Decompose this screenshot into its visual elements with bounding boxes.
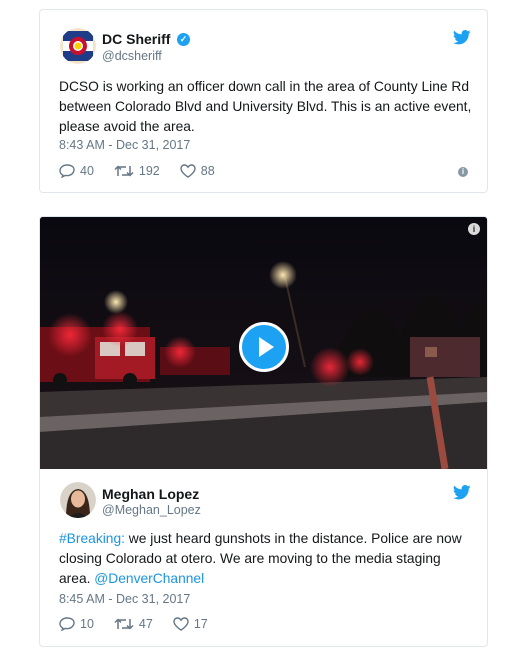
reply-icon — [59, 164, 75, 178]
mention-link[interactable]: @DenverChannel — [94, 571, 204, 586]
reply-icon — [59, 617, 75, 631]
tweet-text: DCSO is working an officer down call in … — [59, 79, 472, 134]
retweet-action[interactable]: 47 — [114, 617, 153, 631]
profile-photo-icon — [60, 482, 96, 518]
display-name[interactable]: DC Sheriff — [102, 31, 170, 47]
tweet-actions: 40 192 88 — [59, 164, 235, 178]
tweet-card-dc-sheriff[interactable]: DC Sheriff ✓ @dcsheriff DCSO is working … — [39, 9, 488, 193]
tweet-card-meghan-lopez[interactable]: i Meghan Lopez @Meghan_Lopez #Breaking: … — [39, 216, 488, 647]
reply-count: 10 — [80, 617, 94, 631]
hashtag-link[interactable]: #Breaking: — [59, 531, 125, 546]
tweet-actions: 10 47 17 — [59, 617, 228, 631]
retweet-action[interactable]: 192 — [114, 164, 160, 178]
heart-icon — [173, 617, 189, 631]
avatar-meghan-lopez[interactable] — [60, 482, 96, 518]
tweet-timestamp[interactable]: 8:45 AM - Dec 31, 2017 — [59, 592, 190, 606]
twitter-bird-icon[interactable] — [453, 30, 471, 45]
tweet-timestamp[interactable]: 8:43 AM - Dec 31, 2017 — [59, 138, 190, 152]
retweet-icon — [114, 165, 134, 177]
info-icon[interactable]: i — [458, 167, 468, 177]
like-action[interactable]: 17 — [173, 617, 208, 631]
like-count: 88 — [200, 164, 215, 178]
colorado-flag-logo-icon — [60, 28, 96, 64]
reply-action[interactable]: 10 — [59, 617, 94, 631]
play-button[interactable] — [239, 322, 289, 372]
like-count: 17 — [193, 617, 208, 631]
like-action[interactable]: 88 — [180, 164, 215, 178]
retweet-count: 47 — [138, 617, 153, 631]
retweet-count: 192 — [138, 164, 160, 178]
handle[interactable]: @dcsheriff — [102, 49, 162, 63]
avatar-dc-sheriff[interactable] — [60, 28, 96, 64]
reply-action[interactable]: 40 — [59, 164, 94, 178]
heart-icon — [180, 164, 196, 178]
reply-count: 40 — [80, 164, 94, 178]
retweet-icon — [114, 618, 134, 630]
verified-badge-icon: ✓ — [177, 33, 190, 46]
handle[interactable]: @Meghan_Lopez — [102, 503, 201, 517]
tweet-text: #Breaking: we just heard gunshots in the… — [59, 529, 474, 589]
play-icon — [259, 337, 274, 357]
video-info-icon[interactable]: i — [468, 223, 480, 235]
twitter-bird-icon[interactable] — [453, 485, 471, 500]
video-player[interactable]: i — [40, 217, 487, 469]
display-name[interactable]: Meghan Lopez — [102, 486, 199, 502]
